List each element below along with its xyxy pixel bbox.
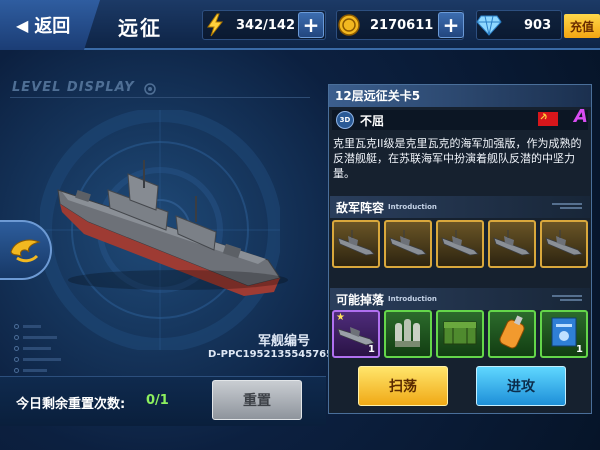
boss-name: 不屈	[360, 113, 385, 128]
back-label: 返回	[34, 16, 71, 37]
drop-slot[interactable]: 1	[540, 310, 588, 358]
attack-button[interactable]: 进攻	[476, 366, 566, 406]
reset-button[interactable]: 重置	[212, 380, 302, 420]
soviet-flag-icon	[538, 112, 558, 126]
star-icon: ★	[336, 312, 345, 323]
gold-resource: 2170611 +	[336, 10, 464, 40]
ammo-shells-icon	[391, 313, 425, 355]
coin-icon	[336, 12, 362, 38]
enemy-lineup-title: 敌军阵容	[336, 200, 385, 215]
wings-emblem-icon	[10, 239, 41, 263]
enemy-lineup	[330, 216, 590, 272]
back-button[interactable]: ◀ 返回	[0, 0, 100, 50]
recharge-button[interactable]: 充值	[564, 14, 600, 38]
drop-slot[interactable]: ★ 1	[332, 310, 380, 358]
diamond-resource: 903	[476, 10, 562, 40]
fuel-canister-icon	[495, 313, 529, 355]
stage-title: 12层远征关卡5	[329, 85, 591, 107]
drop-count: 1	[368, 344, 375, 355]
level-display-label: LEVEL DISPLAY	[12, 80, 135, 95]
warship-icon	[336, 228, 376, 260]
warship-icon	[388, 228, 428, 260]
enemy-slot[interactable]	[332, 220, 380, 268]
possible-drops-title: 可能掉落	[336, 292, 385, 307]
ship-code-label: 军舰编号	[258, 334, 311, 349]
rank-badge: A	[574, 106, 588, 127]
boss-badge-icon: 3D	[336, 111, 354, 129]
warship-icon	[492, 228, 532, 260]
enemy-lineup-header: 敌军阵容 Introduction	[330, 196, 590, 218]
enemy-slot[interactable]	[488, 220, 536, 268]
diamond-icon	[476, 12, 502, 38]
drop-slot[interactable]	[436, 310, 484, 358]
back-arrow-icon: ◀	[16, 15, 29, 35]
drop-count: 1	[576, 344, 583, 355]
ship-code: D-PPC1952135545765	[208, 349, 334, 360]
resets-remaining-label: 今日剩余重置次数:	[16, 397, 126, 412]
enemy-lineup-subtitle: Introduction	[388, 203, 437, 211]
divider	[10, 97, 310, 98]
warship-model	[57, 160, 288, 296]
page-title: 远征	[118, 16, 162, 40]
add-gold-button[interactable]: +	[438, 12, 464, 38]
stage-description: 克里瓦克II级是克里瓦克的海军加强版，作为成熟的反潜舰艇，在苏联海军中扮演着舰队…	[333, 137, 582, 180]
target-icon	[144, 80, 156, 99]
drop-slot[interactable]	[384, 310, 432, 358]
drop-slot[interactable]	[488, 310, 536, 358]
decorative-lines-icon	[552, 203, 582, 209]
decorative-lines-icon	[552, 295, 582, 301]
enemy-slot[interactable]	[436, 220, 484, 268]
ship-stats-legend	[14, 322, 61, 377]
lightning-icon	[202, 12, 228, 38]
possible-drops: ★ 1 1	[330, 306, 590, 362]
possible-drops-subtitle: Introduction	[388, 295, 437, 303]
gold-value: 2170611	[370, 17, 434, 33]
diamond-value: 903	[524, 17, 552, 33]
add-energy-button[interactable]: +	[298, 12, 324, 38]
warship-icon	[544, 228, 584, 260]
energy-value: 342/142	[236, 17, 296, 33]
sweep-button[interactable]: 扫荡	[358, 366, 448, 406]
enemy-slot[interactable]	[384, 220, 432, 268]
energy-resource: 342/142 +	[202, 10, 326, 40]
resets-remaining-value: 0/1	[146, 393, 169, 408]
enemy-slot[interactable]	[540, 220, 588, 268]
ammo-crate-icon	[441, 316, 479, 352]
warship-icon	[440, 228, 480, 260]
